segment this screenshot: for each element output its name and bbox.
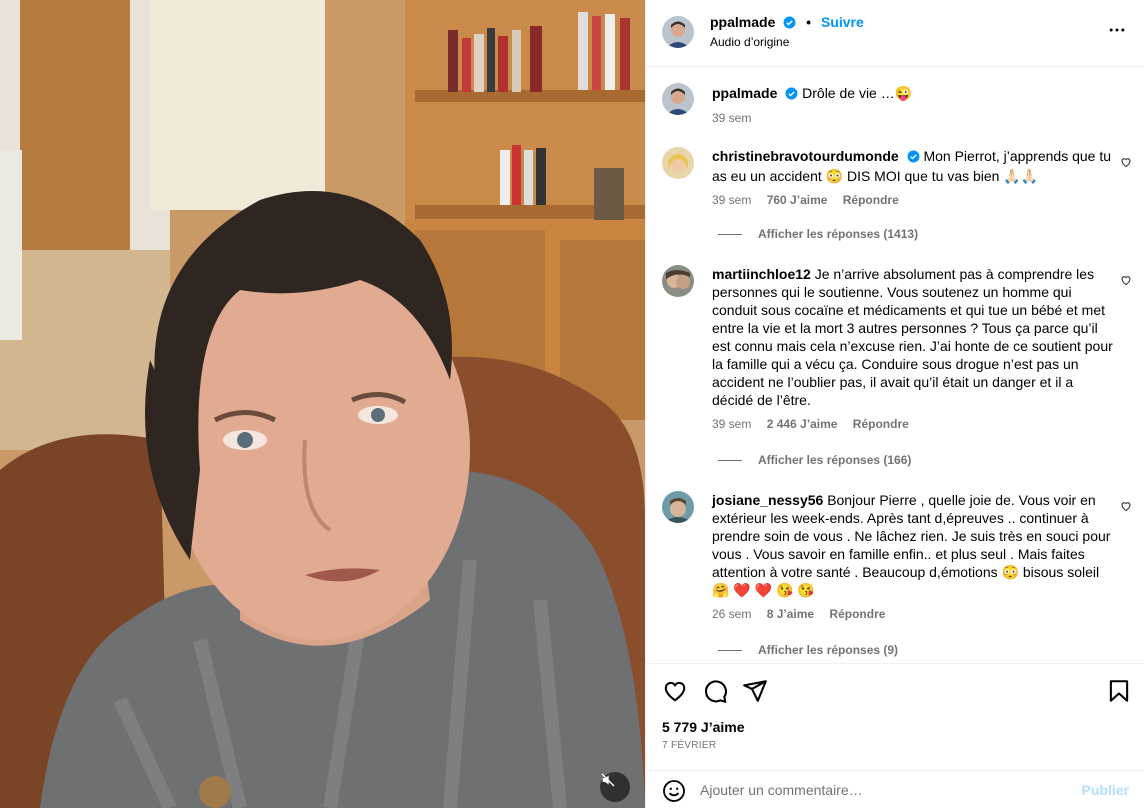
commenter-avatar[interactable] [662, 147, 694, 179]
video-frame-illustration [0, 0, 645, 808]
heart-icon [664, 681, 686, 702]
paper-plane-icon [743, 680, 767, 702]
follow-button[interactable]: Suivre [821, 14, 864, 30]
comment-likes[interactable]: 2 446 J’aime [767, 417, 838, 431]
comment-username[interactable]: martiinchloe12 [712, 266, 811, 282]
verified-badge-icon [907, 149, 920, 167]
caption-username[interactable]: ppalmade [712, 85, 777, 101]
smiley-icon [663, 780, 685, 802]
caption-time: 39 sem [712, 111, 752, 125]
comment-button[interactable] [702, 678, 728, 707]
reply-button[interactable]: Répondre [829, 607, 885, 621]
commenter-avatar[interactable] [662, 265, 694, 297]
comment-bubble-icon [705, 680, 727, 703]
author-avatar[interactable] [662, 16, 694, 48]
likes-count[interactable]: 5 779 J’aime [662, 719, 745, 735]
audio-label[interactable]: Audio d’origine [710, 35, 789, 49]
reply-button[interactable]: Répondre [843, 193, 899, 207]
post-panel: ppalmade • Suivre Audio d’origine ppalma… [645, 0, 1144, 808]
comment-like-button[interactable] [1120, 273, 1132, 289]
heart-icon [1121, 502, 1131, 512]
mute-toggle-button[interactable] [600, 772, 630, 802]
comment-username[interactable]: christinebravotourdumonde [712, 148, 899, 164]
more-options-button[interactable] [1107, 20, 1127, 43]
view-replies-button[interactable]: Afficher les réponses (9) [718, 643, 898, 657]
reply-button[interactable]: Répondre [853, 417, 909, 431]
separator-dot: • [806, 14, 812, 30]
author-avatar[interactable] [662, 83, 694, 115]
author-username[interactable]: ppalmade [710, 14, 775, 30]
replies-line [718, 649, 742, 651]
post-video[interactable] [0, 0, 645, 808]
bookmark-icon [1109, 680, 1129, 702]
post-date[interactable]: 7 FÉVRIER [662, 740, 716, 751]
verified-badge-icon [783, 16, 796, 32]
replies-line [718, 459, 742, 461]
like-button[interactable] [662, 678, 688, 707]
comment-time: 39 sem [712, 193, 752, 207]
verified-badge-icon [785, 86, 798, 104]
view-replies-button[interactable]: Afficher les réponses (166) [718, 453, 911, 467]
heart-icon [1121, 276, 1131, 286]
publish-button[interactable]: Publier [1082, 782, 1129, 798]
add-comment-bar: Publier [646, 770, 1144, 808]
comment-likes[interactable]: 8 J’aime [767, 607, 814, 621]
caption-text: Drôle de vie …😜 [802, 85, 913, 101]
view-replies-label: Afficher les réponses (9) [758, 643, 899, 657]
view-replies-label: Afficher les réponses (1413) [758, 227, 919, 241]
comment-username[interactable]: josiane_nessy56 [712, 492, 823, 508]
post-actions: 5 779 J’aime 7 FÉVRIER [646, 663, 1144, 759]
comment-input[interactable] [700, 777, 1060, 803]
view-replies-button[interactable]: Afficher les réponses (1413) [718, 227, 918, 241]
more-horizontal-icon [1109, 28, 1125, 32]
comment-time: 26 sem [712, 607, 752, 621]
share-button[interactable] [742, 678, 768, 707]
comments-section[interactable]: ppalmade Drôle de vie …😜 39 sem christin… [646, 67, 1144, 663]
replies-line [718, 233, 742, 235]
comment-like-button[interactable] [1120, 155, 1132, 171]
save-button[interactable] [1106, 678, 1132, 707]
commenter-avatar[interactable] [662, 491, 694, 523]
view-replies-label: Afficher les réponses (166) [758, 453, 912, 467]
comment-likes[interactable]: 760 J’aime [767, 193, 828, 207]
heart-icon [1121, 158, 1131, 168]
comment-like-button[interactable] [1120, 499, 1132, 515]
emoji-picker-button[interactable] [662, 779, 686, 806]
comment-time: 39 sem [712, 417, 752, 431]
post-header: ppalmade • Suivre Audio d’origine [646, 0, 1144, 67]
comment-text: Je n’arrive absolument pas à comprendre … [712, 266, 1113, 408]
speaker-muted-icon [601, 773, 615, 787]
